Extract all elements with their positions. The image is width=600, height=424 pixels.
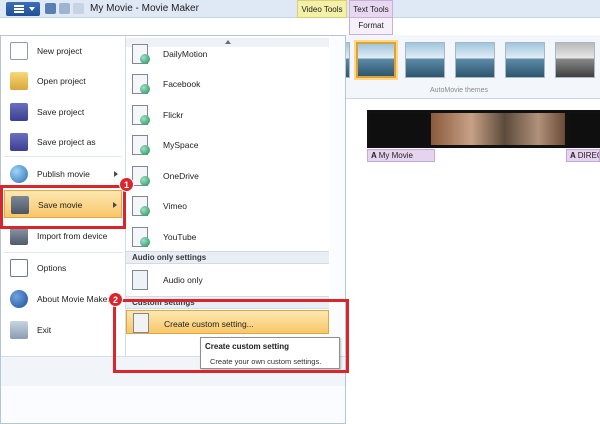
submenu-item-youtube[interactable]: YouTube [126,222,329,252]
theme-thumbnail[interactable] [505,42,545,78]
chevron-down-icon [29,7,35,11]
annotation-badge-1: 1 [119,177,134,192]
chevron-right-icon [114,171,118,177]
menu-item-save-project-as[interactable]: Save project as [4,128,122,156]
menu-item-publish-movie[interactable]: Publish movie [4,160,122,188]
text-a-icon: A [371,151,379,160]
submenu-item-myspace[interactable]: MySpace [126,130,329,160]
caption-text: DIREC [577,151,599,160]
submenu-item-onedrive[interactable]: OneDrive [126,161,329,191]
onedrive-preset-icon [132,166,150,186]
open-folder-icon [10,72,28,90]
annotation-highlight-custom-setting [113,299,349,373]
facebook-preset-icon [132,74,150,94]
submenu-item-dailymotion[interactable]: DailyMotion [126,39,329,69]
submenu-item-facebook[interactable]: Facebook [126,69,329,99]
vimeo-preset-icon [132,196,150,216]
dailymotion-preset-icon [132,44,150,64]
save-as-icon [10,133,28,151]
menu-item-open-project[interactable]: Open project [4,67,122,95]
theme-thumbnail-selected[interactable] [356,42,396,78]
options-icon [10,259,28,277]
audio-settings-header: Audio only settings [126,251,329,264]
new-project-icon [10,42,28,60]
globe-publish-icon [10,165,28,183]
import-device-icon [10,227,28,245]
text-a-icon: A [570,151,578,160]
youtube-preset-icon [132,227,150,247]
save-disk-icon [10,103,28,121]
contextual-tab-text-tools: Text Tools [349,0,393,18]
flickr-preset-icon [132,105,150,125]
annotation-highlight-save-movie [0,185,126,229]
automovie-themes-label: AutoMovie themes [430,87,488,94]
menu-item-save-project[interactable]: Save project [4,98,122,126]
submenu-item-flickr[interactable]: Flickr [126,100,329,130]
info-icon [10,290,28,308]
menu-lines-icon [14,8,24,10]
tab-format[interactable]: Format [349,18,393,35]
caption-text: My Movie [378,151,413,160]
submenu-item-audio-only[interactable]: Audio only [126,265,329,295]
customize-toolbar-icon[interactable] [73,3,84,14]
menu-item-about[interactable]: About Movie Maker [4,285,122,313]
menu-item-exit[interactable]: Exit [4,316,122,344]
clip-frame [569,113,600,145]
exit-icon [10,321,28,339]
app-menu-button[interactable] [6,2,40,16]
menu-item-options[interactable]: Options [4,254,122,282]
theme-thumbnail[interactable] [405,42,445,78]
annotation-badge-2: 2 [108,292,123,307]
clip-frame [369,113,427,145]
credits-caption[interactable]: A DIREC [566,149,600,162]
title-caption[interactable]: A My Movie [367,149,435,162]
undo-icon[interactable] [59,3,70,14]
video-clip-strip[interactable] [367,110,600,148]
theme-thumbnail[interactable] [455,42,495,78]
submenu-item-vimeo[interactable]: Vimeo [126,191,329,221]
menu-separator [4,156,122,157]
menu-lines-icon [14,5,24,7]
menu-item-new-project[interactable]: New project [4,37,122,65]
myspace-preset-icon [132,135,150,155]
quick-save-icon[interactable] [45,3,56,14]
music-note-icon [132,270,148,290]
contextual-tab-video-tools: Video Tools [297,0,347,18]
theme-thumbnail[interactable] [555,42,595,78]
menu-lines-icon [14,11,24,13]
clip-frame [431,113,565,145]
menu-separator [4,252,122,253]
window-title: My Movie - Movie Maker [90,3,199,14]
